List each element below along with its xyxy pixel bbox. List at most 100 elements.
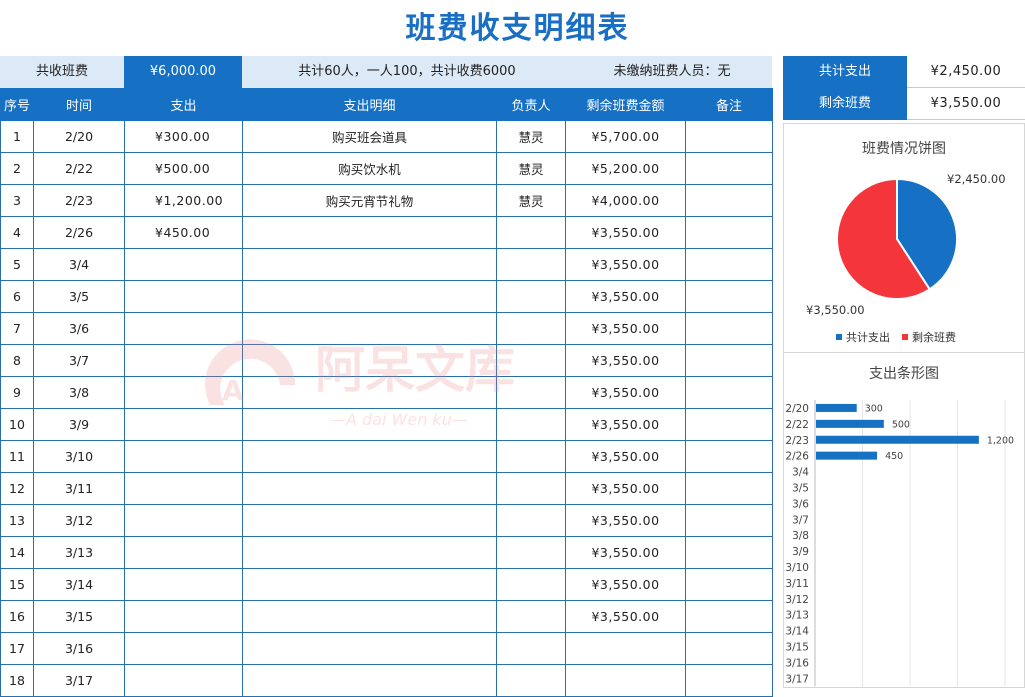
row-number[interactable]: 18 xyxy=(0,664,34,697)
row-person[interactable] xyxy=(496,504,566,537)
row-balance[interactable]: ¥3,550.00 xyxy=(565,312,686,345)
row-expense[interactable] xyxy=(124,504,243,537)
row-date[interactable]: 3/11 xyxy=(33,472,125,505)
row-number[interactable]: 15 xyxy=(0,568,34,601)
row-balance[interactable]: ¥3,550.00 xyxy=(565,568,686,601)
row-date[interactable]: 3/7 xyxy=(33,344,125,377)
row-note[interactable] xyxy=(685,568,773,601)
row-detail[interactable] xyxy=(242,312,497,345)
row-expense[interactable]: ¥1,200.00 xyxy=(124,184,243,217)
row-date[interactable]: 3/8 xyxy=(33,376,125,409)
row-detail[interactable] xyxy=(242,280,497,313)
row-date[interactable]: 3/17 xyxy=(33,664,125,697)
row-balance[interactable]: ¥4,000.00 xyxy=(565,184,686,217)
total-expense-value[interactable]: ¥2,450.00 xyxy=(907,56,1025,88)
column-header-date[interactable]: 时间 xyxy=(33,88,125,121)
row-detail[interactable] xyxy=(242,536,497,569)
row-detail[interactable] xyxy=(242,440,497,473)
pie-chart[interactable]: 班费情况饼图 ¥2,450.00 ¥3,550.00 共计支出 剩余班费 xyxy=(783,123,1025,353)
row-note[interactable] xyxy=(685,248,773,281)
column-header-detail[interactable]: 支出明细 xyxy=(242,88,497,121)
row-person[interactable] xyxy=(496,440,566,473)
row-detail[interactable] xyxy=(242,504,497,537)
row-expense[interactable]: ¥450.00 xyxy=(124,216,243,249)
row-detail[interactable] xyxy=(242,344,497,377)
row-expense[interactable] xyxy=(124,568,243,601)
row-date[interactable]: 3/10 xyxy=(33,440,125,473)
row-date[interactable]: 2/26 xyxy=(33,216,125,249)
row-number[interactable]: 5 xyxy=(0,248,34,281)
row-date[interactable]: 3/6 xyxy=(33,312,125,345)
row-detail[interactable] xyxy=(242,600,497,633)
row-number[interactable]: 4 xyxy=(0,216,34,249)
row-balance[interactable]: ¥3,550.00 xyxy=(565,440,686,473)
row-note[interactable] xyxy=(685,216,773,249)
row-number[interactable]: 14 xyxy=(0,536,34,569)
row-date[interactable]: 3/4 xyxy=(33,248,125,281)
row-number[interactable]: 9 xyxy=(0,376,34,409)
row-person[interactable] xyxy=(496,408,566,441)
income-value[interactable]: ¥6,000.00 xyxy=(124,56,242,88)
row-person[interactable] xyxy=(496,536,566,569)
row-note[interactable] xyxy=(685,120,773,153)
row-date[interactable]: 2/22 xyxy=(33,152,125,185)
row-note[interactable] xyxy=(685,536,773,569)
bar[interactable] xyxy=(816,435,979,444)
row-detail[interactable] xyxy=(242,216,497,249)
row-detail[interactable] xyxy=(242,472,497,505)
row-person[interactable] xyxy=(496,280,566,313)
remaining-value[interactable]: ¥3,550.00 xyxy=(907,88,1025,120)
row-number[interactable]: 17 xyxy=(0,632,34,665)
row-expense[interactable] xyxy=(124,312,243,345)
row-person[interactable] xyxy=(496,216,566,249)
row-note[interactable] xyxy=(685,408,773,441)
row-detail[interactable] xyxy=(242,376,497,409)
row-note[interactable] xyxy=(685,632,773,665)
row-date[interactable]: 3/9 xyxy=(33,408,125,441)
column-header-balance[interactable]: 剩余班费金额 xyxy=(565,88,686,121)
row-expense[interactable] xyxy=(124,408,243,441)
row-detail[interactable] xyxy=(242,568,497,601)
column-header-expense[interactable]: 支出 xyxy=(124,88,243,121)
row-balance[interactable] xyxy=(565,632,686,665)
column-header-person[interactable]: 负责人 xyxy=(496,88,566,121)
row-expense[interactable] xyxy=(124,440,243,473)
row-detail[interactable] xyxy=(242,664,497,697)
row-number[interactable]: 6 xyxy=(0,280,34,313)
row-person[interactable] xyxy=(496,600,566,633)
row-date[interactable]: 3/15 xyxy=(33,600,125,633)
bar[interactable] xyxy=(816,419,884,428)
row-balance[interactable] xyxy=(565,664,686,697)
row-expense[interactable] xyxy=(124,280,243,313)
row-note[interactable] xyxy=(685,600,773,633)
row-balance[interactable]: ¥3,550.00 xyxy=(565,536,686,569)
row-balance[interactable]: ¥3,550.00 xyxy=(565,344,686,377)
row-note[interactable] xyxy=(685,664,773,697)
row-date[interactable]: 2/20 xyxy=(33,120,125,153)
row-number[interactable]: 10 xyxy=(0,408,34,441)
row-date[interactable]: 3/16 xyxy=(33,632,125,665)
row-note[interactable] xyxy=(685,344,773,377)
row-balance[interactable]: ¥3,550.00 xyxy=(565,408,686,441)
row-note[interactable] xyxy=(685,376,773,409)
legend-label[interactable]: 共计支出 xyxy=(846,330,890,344)
row-detail[interactable] xyxy=(242,408,497,441)
row-expense[interactable] xyxy=(124,600,243,633)
row-note[interactable] xyxy=(685,472,773,505)
row-person[interactable] xyxy=(496,248,566,281)
row-detail[interactable] xyxy=(242,248,497,281)
row-expense[interactable] xyxy=(124,536,243,569)
row-number[interactable]: 7 xyxy=(0,312,34,345)
row-detail[interactable]: 购买班会道具 xyxy=(242,120,497,153)
row-expense[interactable] xyxy=(124,376,243,409)
row-number[interactable]: 13 xyxy=(0,504,34,537)
unpaid-members[interactable]: 未缴纳班费人员：无 xyxy=(572,56,772,88)
row-balance[interactable]: ¥3,550.00 xyxy=(565,216,686,249)
row-number[interactable]: 8 xyxy=(0,344,34,377)
row-expense[interactable]: ¥500.00 xyxy=(124,152,243,185)
row-date[interactable]: 2/23 xyxy=(33,184,125,217)
row-note[interactable] xyxy=(685,280,773,313)
row-date[interactable]: 3/12 xyxy=(33,504,125,537)
row-balance[interactable]: ¥3,550.00 xyxy=(565,376,686,409)
bar-chart[interactable]: 支出条形图 2/20 300 2/22 500 2/23 1,200 2/26 450 3/4 3… xyxy=(783,353,1025,688)
